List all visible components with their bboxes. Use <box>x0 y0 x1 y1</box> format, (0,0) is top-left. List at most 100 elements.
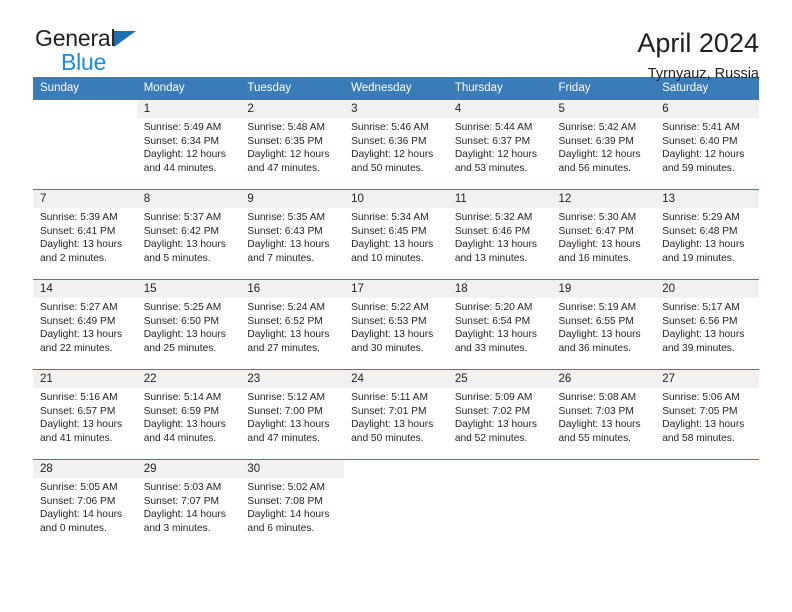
calendar-day-11[interactable]: 11 Sunrise: 5:32 AM Sunset: 6:46 PM Dayligh… <box>447 190 552 279</box>
day-number: 6 <box>655 100 759 118</box>
calendar-day-21[interactable]: 21 Sunrise: 5:16 AM Sunset: 6:57 PM Dayligh… <box>33 370 137 459</box>
daylight-duration-line1: Daylight: 13 hours <box>351 329 434 341</box>
daylight-duration-line1: Daylight: 13 hours <box>351 239 434 251</box>
weekday-header-sunday: Sunday <box>33 77 137 100</box>
daylight-duration-line1: Daylight: 13 hours <box>351 419 434 431</box>
page-subtitle: Tyrnyauz, Russia <box>647 66 759 83</box>
calendar-day-2[interactable]: 2 Sunrise: 5:48 AM Sunset: 6:35 PM Daylight… <box>240 100 345 189</box>
sunset-time: Sunset: 6:37 PM <box>454 135 531 147</box>
calendar-day-22[interactable]: 22 Sunrise: 5:14 AM Sunset: 6:59 PM Dayligh… <box>136 370 241 459</box>
calendar-day-10[interactable]: 10 Sunrise: 5:34 AM Sunset: 6:45 PM Dayligh… <box>344 190 448 279</box>
day-details: Sunrise: 5:17 AM Sunset: 6:56 PM Daylight:… <box>655 298 759 355</box>
day-number: 23 <box>240 370 345 388</box>
day-details: Sunrise: 5:27 AM Sunset: 6:49 PM Daylight:… <box>33 298 137 355</box>
calendar-day-26[interactable]: 26 Sunrise: 5:08 AM Sunset: 7:03 PM Dayligh… <box>551 370 656 459</box>
sunrise-time: Sunrise: 5:02 AM <box>247 482 325 493</box>
calendar-day-16[interactable]: 16 Sunrise: 5:24 AM Sunset: 6:52 PM Dayligh… <box>240 280 345 369</box>
sunset-time: Sunset: 6:34 PM <box>143 135 220 147</box>
calendar-day-1[interactable]: 1 Sunrise: 5:49 AM Sunset: 6:34 PM Daylight… <box>136 100 241 189</box>
calendar-week-row: 21 Sunrise: 5:16 AM Sunset: 6:57 PM Dayligh… <box>33 369 759 460</box>
calendar-day-18[interactable]: 18 Sunrise: 5:20 AM Sunset: 6:54 PM Dayligh… <box>447 280 552 369</box>
sunset-time: Sunset: 7:06 PM <box>40 495 116 507</box>
sunset-time: Sunset: 6:40 PM <box>662 135 738 147</box>
calendar-cell: 25 Sunrise: 5:09 AM Sunset: 7:02 PM Dayligh… <box>447 369 552 460</box>
calendar-day-28[interactable]: 28 Sunrise: 5:05 AM Sunset: 7:06 PM Dayligh… <box>33 460 137 550</box>
daylight-duration-line2: and 36 minutes. <box>558 342 632 354</box>
calendar-day-14[interactable]: 14 Sunrise: 5:27 AM Sunset: 6:49 PM Dayligh… <box>33 280 137 369</box>
day-details: Sunrise: 5:22 AM Sunset: 6:53 PM Daylight:… <box>344 298 448 355</box>
daylight-duration-line1: Daylight: 12 hours <box>662 149 745 161</box>
daylight-duration-line2: and 7 minutes. <box>247 252 315 264</box>
sunset-time: Sunset: 6:49 PM <box>40 315 116 327</box>
calendar-day-30[interactable]: 30 Sunrise: 5:02 AM Sunset: 7:08 PM Dayligh… <box>240 460 345 550</box>
daylight-duration-line1: Daylight: 14 hours <box>247 509 330 521</box>
calendar-week-row: 7 Sunrise: 5:39 AM Sunset: 6:41 PM Daylight… <box>33 189 759 280</box>
sunrise-time: Sunrise: 5:20 AM <box>454 302 533 313</box>
calendar-day-8[interactable]: 8 Sunrise: 5:37 AM Sunset: 6:42 PM Daylight… <box>136 190 241 279</box>
day-number: 1 <box>136 100 241 118</box>
calendar-day-19[interactable]: 19 Sunrise: 5:19 AM Sunset: 6:55 PM Dayligh… <box>551 280 656 369</box>
sunrise-time: Sunrise: 5:24 AM <box>247 302 325 313</box>
day-number: 9 <box>240 190 345 208</box>
day-number: 8 <box>136 190 241 208</box>
calendar-cell: 27 Sunrise: 5:06 AM Sunset: 7:05 PM Dayligh… <box>655 369 759 460</box>
calendar-day-17[interactable]: 17 Sunrise: 5:22 AM Sunset: 6:53 PM Dayligh… <box>344 280 448 369</box>
sunrise-time: Sunrise: 5:12 AM <box>247 392 325 403</box>
daylight-duration-line2: and 56 minutes. <box>558 162 632 174</box>
day-details: Sunrise: 5:29 AM Sunset: 6:48 PM Daylight:… <box>655 208 759 265</box>
calendar-cell: 22 Sunrise: 5:14 AM Sunset: 6:59 PM Dayligh… <box>136 369 241 460</box>
daylight-duration-line1: Daylight: 12 hours <box>143 149 226 161</box>
brand-logo[interactable]: General Blue <box>33 27 145 74</box>
triangle-flag-icon <box>114 31 137 47</box>
sunrise-time: Sunrise: 5:44 AM <box>454 122 533 133</box>
calendar-cell: 11 Sunrise: 5:32 AM Sunset: 6:46 PM Dayligh… <box>447 189 552 280</box>
calendar-cell: 4 Sunrise: 5:44 AM Sunset: 6:37 PM Daylight… <box>447 99 552 190</box>
calendar-day-5[interactable]: 5 Sunrise: 5:42 AM Sunset: 6:39 PM Daylight… <box>551 100 656 189</box>
calendar-day-23[interactable]: 23 Sunrise: 5:12 AM Sunset: 7:00 PM Dayligh… <box>240 370 345 459</box>
calendar-day-6[interactable]: 6 Sunrise: 5:41 AM Sunset: 6:40 PM Daylight… <box>655 100 759 189</box>
calendar-day-29[interactable]: 29 Sunrise: 5:03 AM Sunset: 7:07 PM Dayligh… <box>136 460 241 550</box>
calendar-day-27[interactable]: 27 Sunrise: 5:06 AM Sunset: 7:05 PM Dayligh… <box>655 370 759 459</box>
daylight-duration-line1: Daylight: 13 hours <box>40 239 123 251</box>
brand-logo-top: General <box>35 27 145 50</box>
day-number: 14 <box>33 280 137 298</box>
calendar-cell: 26 Sunrise: 5:08 AM Sunset: 7:03 PM Dayligh… <box>551 369 656 460</box>
daylight-duration-line2: and 52 minutes. <box>454 432 528 444</box>
day-details: Sunrise: 5:34 AM Sunset: 6:45 PM Daylight:… <box>344 208 448 265</box>
sunrise-time: Sunrise: 5:35 AM <box>247 212 325 223</box>
calendar-day-25[interactable]: 25 Sunrise: 5:09 AM Sunset: 7:02 PM Dayligh… <box>447 370 552 459</box>
calendar-cell: 7 Sunrise: 5:39 AM Sunset: 6:41 PM Daylight… <box>33 189 137 280</box>
weekday-header-monday: Monday <box>136 77 241 100</box>
daylight-duration-line2: and 30 minutes. <box>351 342 424 354</box>
calendar-day-7[interactable]: 7 Sunrise: 5:39 AM Sunset: 6:41 PM Daylight… <box>33 190 137 279</box>
daylight-duration-line1: Daylight: 13 hours <box>247 419 330 431</box>
calendar-cell: 19 Sunrise: 5:19 AM Sunset: 6:55 PM Dayligh… <box>551 279 656 370</box>
sunset-time: Sunset: 6:48 PM <box>662 225 738 237</box>
calendar-day-24[interactable]: 24 Sunrise: 5:11 AM Sunset: 7:01 PM Dayligh… <box>344 370 448 459</box>
calendar-cell: 14 Sunrise: 5:27 AM Sunset: 6:49 PM Dayligh… <box>33 279 137 370</box>
day-details: Sunrise: 5:12 AM Sunset: 7:00 PM Daylight:… <box>240 388 344 445</box>
day-details: Sunrise: 5:05 AM Sunset: 7:06 PM Daylight:… <box>33 478 137 535</box>
day-number: 12 <box>551 190 656 208</box>
daylight-duration-line2: and 5 minutes. <box>143 252 211 264</box>
calendar-day-empty <box>655 460 759 550</box>
calendar-day-9[interactable]: 9 Sunrise: 5:35 AM Sunset: 6:43 PM Daylight… <box>240 190 345 279</box>
calendar-cell: 2 Sunrise: 5:48 AM Sunset: 6:35 PM Daylight… <box>240 99 345 190</box>
day-details: Sunrise: 5:16 AM Sunset: 6:57 PM Daylight:… <box>33 388 137 445</box>
sunrise-time: Sunrise: 5:42 AM <box>558 122 637 133</box>
sunset-time: Sunset: 7:08 PM <box>247 495 323 507</box>
calendar-day-12[interactable]: 12 Sunrise: 5:30 AM Sunset: 6:47 PM Dayligh… <box>551 190 656 279</box>
daylight-duration-line2: and 25 minutes. <box>143 342 217 354</box>
calendar-day-3[interactable]: 3 Sunrise: 5:46 AM Sunset: 6:36 PM Daylight… <box>344 100 448 189</box>
calendar-day-4[interactable]: 4 Sunrise: 5:44 AM Sunset: 6:37 PM Daylight… <box>447 100 552 189</box>
day-details: Sunrise: 5:48 AM Sunset: 6:35 PM Daylight:… <box>240 118 344 175</box>
calendar-day-20[interactable]: 20 Sunrise: 5:17 AM Sunset: 6:56 PM Dayligh… <box>655 280 759 369</box>
sunrise-time: Sunrise: 5:34 AM <box>351 212 429 223</box>
day-number: 7 <box>33 190 137 208</box>
sunrise-time: Sunrise: 5:27 AM <box>40 302 118 313</box>
day-details: Sunrise: 5:08 AM Sunset: 7:03 PM Daylight:… <box>552 388 656 445</box>
sunrise-time: Sunrise: 5:08 AM <box>558 392 637 403</box>
sunset-time: Sunset: 6:56 PM <box>662 315 738 327</box>
calendar-day-15[interactable]: 15 Sunrise: 5:25 AM Sunset: 6:50 PM Dayligh… <box>136 280 241 369</box>
calendar-day-13[interactable]: 13 Sunrise: 5:29 AM Sunset: 6:48 PM Dayligh… <box>655 190 759 279</box>
